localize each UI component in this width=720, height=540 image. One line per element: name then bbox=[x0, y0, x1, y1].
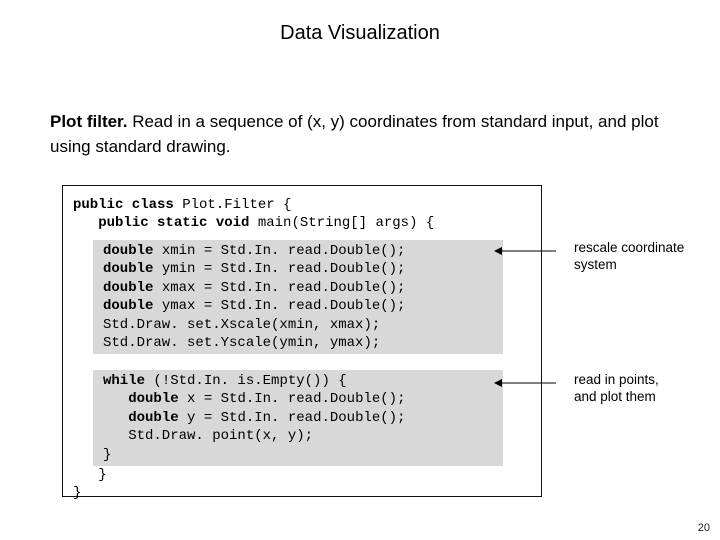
b1-l6: Std.Draw. set.Yscale(ymin, ymax); bbox=[103, 335, 380, 351]
b2-l1: (!Std.In. is.Empty()) { bbox=[145, 373, 347, 389]
b1-l2: ymin = Std.In. read.Double(); bbox=[153, 261, 405, 277]
code-header: public class Plot.Filter { public static… bbox=[73, 196, 434, 233]
arrow-icon-2 bbox=[494, 378, 556, 388]
b1-l1: xmin = Std.In. read.Double(); bbox=[153, 243, 405, 259]
arrow-icon-1 bbox=[494, 246, 556, 256]
b1-l3: xmax = Std.In. read.Double(); bbox=[153, 280, 405, 296]
slide-title: Data Visualization bbox=[0, 22, 720, 45]
kw-double-5: double bbox=[128, 391, 178, 407]
anno1-l2: system bbox=[574, 257, 617, 272]
b2-l2-pre bbox=[103, 391, 128, 407]
kw-double-2: double bbox=[103, 261, 153, 277]
kw-main-sig: public static void bbox=[98, 215, 249, 231]
kw-while: while bbox=[103, 373, 145, 389]
anno2-l2: and plot them bbox=[574, 389, 656, 404]
annotation-readpoints: read in points, and plot them bbox=[574, 372, 659, 406]
annotation-rescale: rescale coordinate system bbox=[574, 240, 684, 274]
lead-run-in: Plot filter. bbox=[50, 112, 127, 131]
b2-l4: Std.Draw. point(x, y); bbox=[103, 428, 313, 444]
close-main: } bbox=[73, 467, 107, 483]
b1-l5: Std.Draw. set.Xscale(xmin, xmax); bbox=[103, 317, 380, 333]
b2-l2: x = Std.In. read.Double(); bbox=[179, 391, 406, 407]
code-block-readpoints: while (!Std.In. is.Empty()) { double x =… bbox=[93, 370, 503, 466]
b2-l3-pre bbox=[103, 410, 128, 426]
kw-double-3: double bbox=[103, 280, 153, 296]
b1-l4: ymax = Std.In. read.Double(); bbox=[153, 298, 405, 314]
kw-public-class: public class bbox=[73, 197, 174, 213]
kw-double-6: double bbox=[128, 410, 178, 426]
kw-double-1: double bbox=[103, 243, 153, 259]
code-box: public class Plot.Filter { public static… bbox=[62, 185, 542, 497]
lead-paragraph: Plot filter. Read in a sequence of (x, y… bbox=[50, 110, 660, 159]
code-closers: } } bbox=[73, 466, 107, 503]
main-sig-rest: main(String[] args) { bbox=[249, 215, 434, 231]
page-number: 20 bbox=[698, 522, 710, 534]
lead-body: Read in a sequence of (x, y) coordinates… bbox=[50, 112, 659, 156]
kw-double-4: double bbox=[103, 298, 153, 314]
b2-l5: } bbox=[103, 447, 111, 463]
main-indent bbox=[73, 215, 98, 231]
close-class: } bbox=[73, 485, 81, 501]
anno2-l1: read in points, bbox=[574, 372, 659, 387]
code-block-rescale: double xmin = Std.In. read.Double(); dou… bbox=[93, 240, 503, 354]
class-name: Plot.Filter { bbox=[174, 197, 292, 213]
b2-l3: y = Std.In. read.Double(); bbox=[179, 410, 406, 426]
anno1-l1: rescale coordinate bbox=[574, 240, 684, 255]
